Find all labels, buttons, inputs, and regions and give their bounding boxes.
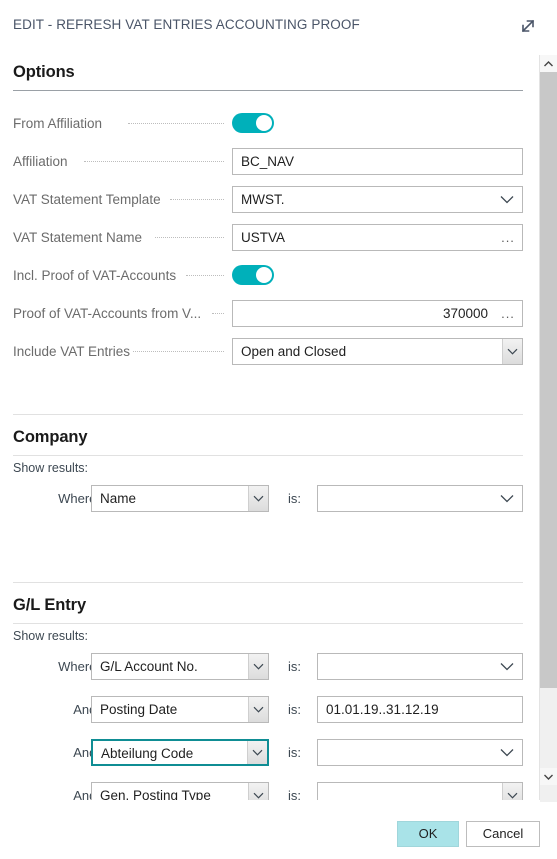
chevron-down-icon[interactable] (496, 739, 518, 766)
filter-field-select-gl-2[interactable]: Abteilung Code (91, 739, 269, 766)
select-value: Posting Date (100, 702, 178, 717)
leader-dots (170, 192, 224, 206)
show-results-label-company: Show results: (13, 461, 89, 475)
leader-dots (128, 116, 224, 130)
select-value: Name (100, 491, 137, 506)
dialog-content: Options From Affiliation Affiliation BC_… (0, 55, 540, 802)
leader-dots (212, 306, 224, 320)
select-value: Open and Closed (241, 344, 347, 359)
filter-value-gl-3[interactable] (317, 782, 523, 802)
chevron-up-icon[interactable] (540, 55, 557, 72)
filter-field-select-company-0[interactable]: Name (91, 485, 269, 512)
label-proof-of-vat-accounts-from: Proof of VAT-Accounts from V... (13, 306, 202, 321)
filter-value-gl-0[interactable] (317, 653, 523, 680)
show-results-label-gl: Show results: (13, 629, 89, 643)
input-affiliation[interactable]: BC_NAV (232, 148, 523, 175)
select-include-vat-entries[interactable]: Open and Closed (232, 338, 523, 365)
label-vat-statement-name: VAT Statement Name (13, 230, 143, 245)
label-include-vat-entries: Include VAT Entries (13, 344, 131, 359)
chevron-down-icon[interactable] (248, 697, 268, 722)
select-value: G/L Account No. (100, 659, 198, 674)
chevron-down-icon[interactable] (496, 485, 518, 512)
input-vat-statement-name[interactable]: USTVA (232, 224, 523, 251)
section-divider-options (13, 90, 523, 91)
filter-field-select-gl-1[interactable]: Posting Date (91, 696, 269, 723)
label-incl-proof-of-vat-accounts: Incl. Proof of VAT-Accounts (13, 268, 177, 283)
toggle-from-affiliation[interactable] (232, 113, 274, 133)
select-value: Abteilung Code (101, 746, 194, 761)
label-from-affiliation: From Affiliation (13, 116, 103, 131)
cancel-button[interactable]: Cancel (466, 821, 540, 847)
section-heading-company: Company (13, 428, 88, 446)
chevron-down-icon[interactable] (502, 339, 522, 364)
section-divider-company (13, 455, 523, 456)
chevron-down-icon[interactable] (496, 186, 518, 213)
leader-dots (155, 230, 224, 244)
input-vat-statement-template[interactable]: MWST. (232, 186, 523, 213)
toggle-knob (256, 115, 272, 131)
filter-is-label-gl-1: is: (288, 702, 301, 717)
lookup-ellipsis-button[interactable]: ... (497, 224, 519, 251)
filter-is-label-gl-2: is: (288, 745, 301, 760)
chevron-down-icon[interactable] (247, 741, 267, 764)
filter-value-gl-2[interactable] (317, 739, 523, 766)
chevron-down-icon[interactable] (248, 486, 268, 511)
expand-diagonal-icon[interactable] (514, 12, 542, 40)
ok-button[interactable]: OK (397, 821, 459, 847)
leader-dots (84, 154, 224, 168)
chevron-down-icon[interactable] (540, 768, 557, 785)
leader-dots (133, 344, 224, 358)
leader-dots (186, 268, 224, 282)
input-proof-of-vat-accounts-from[interactable]: 370000 (232, 300, 523, 327)
section-divider-gl (13, 623, 523, 624)
filter-field-select-gl-0[interactable]: G/L Account No. (91, 653, 269, 680)
toggle-incl-proof-of-vat-accounts[interactable] (232, 265, 274, 285)
page-title: EDIT - REFRESH VAT ENTRIES ACCOUNTING PR… (13, 17, 360, 32)
scrollbar-thumb[interactable] (540, 72, 557, 688)
section-divider-gl-top (13, 582, 523, 583)
filter-is-label-gl-0: is: (288, 659, 301, 674)
label-affiliation: Affiliation (13, 154, 68, 169)
filter-is-label-company-0: is: (288, 491, 301, 506)
section-heading-gl-entry: G/L Entry (13, 596, 87, 614)
chevron-down-icon[interactable] (496, 653, 518, 680)
chevron-down-icon[interactable] (248, 654, 268, 679)
lookup-ellipsis-button[interactable]: ... (497, 300, 519, 327)
vertical-scrollbar[interactable] (539, 55, 557, 802)
dialog-titlebar: EDIT - REFRESH VAT ENTRIES ACCOUNTING PR… (0, 0, 557, 55)
filter-value-gl-1[interactable]: 01.01.19..31.12.19 (317, 696, 523, 723)
filter-value-company-0[interactable] (317, 485, 523, 512)
section-heading-options: Options (13, 63, 75, 81)
filter-field-select-gl-3[interactable]: Gen. Posting Type (91, 782, 269, 802)
toggle-knob (256, 267, 272, 283)
section-divider-company-top (13, 414, 523, 415)
label-vat-statement-template: VAT Statement Template (13, 192, 161, 207)
